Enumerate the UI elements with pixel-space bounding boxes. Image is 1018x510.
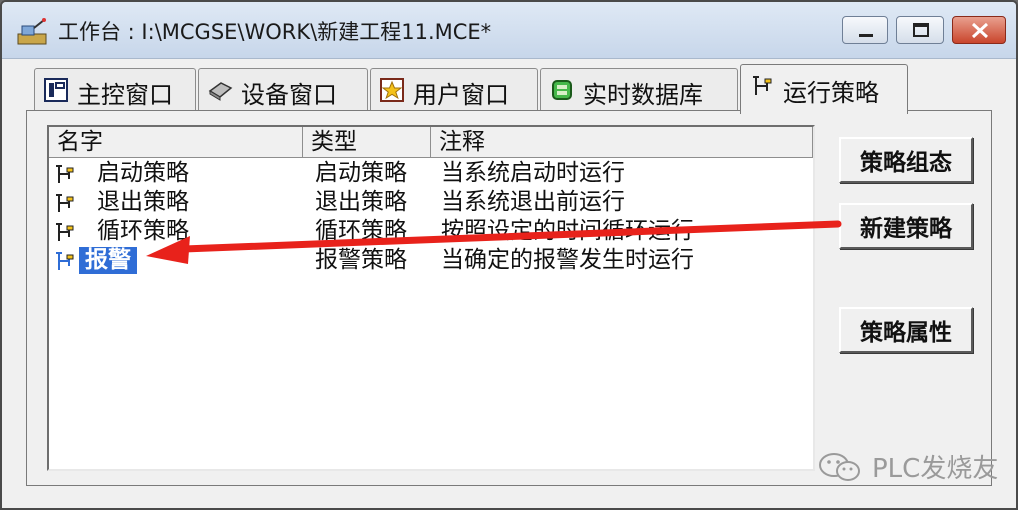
list-item[interactable]: 退出策略 退出策略 当系统退出前运行 — [49, 188, 813, 217]
strategy-type: 启动策略 — [315, 160, 407, 186]
tab-label: 用户窗口 — [413, 81, 509, 109]
list-item-editing[interactable]: 报警 报警策略 当确定的报警发生时运行 — [49, 246, 813, 275]
strategy-name: 启动策略 — [97, 160, 189, 186]
new-strategy-button[interactable]: 新建策略 — [839, 203, 973, 249]
database-icon — [552, 80, 572, 100]
window-title: 工作台 : I:\MCGSE\WORK\新建工程11.MCE* — [58, 20, 492, 44]
minimize-icon — [859, 34, 873, 37]
strategy-icon — [56, 165, 74, 183]
configure-strategy-button[interactable]: 策略组态 — [839, 137, 973, 183]
column-header-name[interactable]: 名字 — [49, 127, 303, 157]
tab-label: 运行策略 — [783, 79, 879, 107]
main-window-icon — [44, 78, 68, 102]
strategy-type: 循环策略 — [315, 218, 407, 244]
tab-run-strategy[interactable]: 运行策略 — [740, 64, 908, 114]
strategy-note: 当系统退出前运行 — [441, 189, 625, 215]
maximize-icon — [913, 23, 929, 37]
minimize-button[interactable] — [842, 16, 888, 44]
app-icon — [17, 18, 47, 45]
strategy-note: 当确定的报警发生时运行 — [441, 247, 694, 273]
strategy-icon — [56, 252, 74, 270]
strategy-type: 报警策略 — [315, 247, 407, 273]
tab-user-window[interactable]: 用户窗口 — [370, 68, 538, 110]
column-header-type[interactable]: 类型 — [303, 127, 431, 157]
workbench-window: 工作台 : I:\MCGSE\WORK\新建工程11.MCE* 主控窗口 设备窗… — [0, 0, 1018, 510]
tab-main-window[interactable]: 主控窗口 — [34, 68, 196, 110]
strategy-icon — [753, 76, 772, 95]
tab-label: 实时数据库 — [583, 81, 703, 109]
list-item[interactable]: 循环策略 循环策略 按照设定的时间循环运行 — [49, 217, 813, 246]
strategy-name-edit-field[interactable]: 报警 — [79, 247, 137, 274]
tab-label: 设备窗口 — [241, 81, 337, 109]
user-window-icon — [380, 78, 404, 102]
strategy-panel: 名字 类型 注释 启动策略 启动策略 当系统启动时运行 退出策略 退出策略 当系… — [26, 110, 992, 486]
strategy-note: 按照设定的时间循环运行 — [441, 218, 694, 244]
title-bar[interactable]: 工作台 : I:\MCGSE\WORK\新建工程11.MCE* — [2, 2, 1016, 59]
tab-device-window[interactable]: 设备窗口 — [198, 68, 368, 110]
watermark-text: PLC发烧友 — [872, 454, 999, 484]
strategy-note: 当系统启动时运行 — [441, 160, 625, 186]
column-header-note[interactable]: 注释 — [431, 127, 813, 157]
strategy-icon — [56, 194, 74, 212]
device-window-icon — [208, 82, 233, 101]
maximize-button[interactable] — [896, 16, 944, 44]
strategy-list[interactable]: 名字 类型 注释 启动策略 启动策略 当系统启动时运行 退出策略 退出策略 当系… — [47, 125, 815, 471]
list-header: 名字 类型 注释 — [49, 127, 813, 158]
wechat-icon — [819, 453, 860, 481]
tab-label: 主控窗口 — [77, 81, 173, 109]
list-item[interactable]: 启动策略 启动策略 当系统启动时运行 — [49, 159, 813, 188]
tab-realtime-database[interactable]: 实时数据库 — [540, 68, 738, 110]
strategy-name: 循环策略 — [97, 218, 189, 244]
strategy-properties-button[interactable]: 策略属性 — [839, 307, 973, 353]
tab-strip: 主控窗口 设备窗口 用户窗口 实时数据库 运行策略 — [2, 62, 1016, 114]
strategy-icon — [56, 223, 74, 241]
strategy-name: 退出策略 — [97, 189, 189, 215]
close-icon — [971, 22, 989, 39]
close-button[interactable] — [952, 16, 1006, 44]
strategy-type: 退出策略 — [315, 189, 407, 215]
